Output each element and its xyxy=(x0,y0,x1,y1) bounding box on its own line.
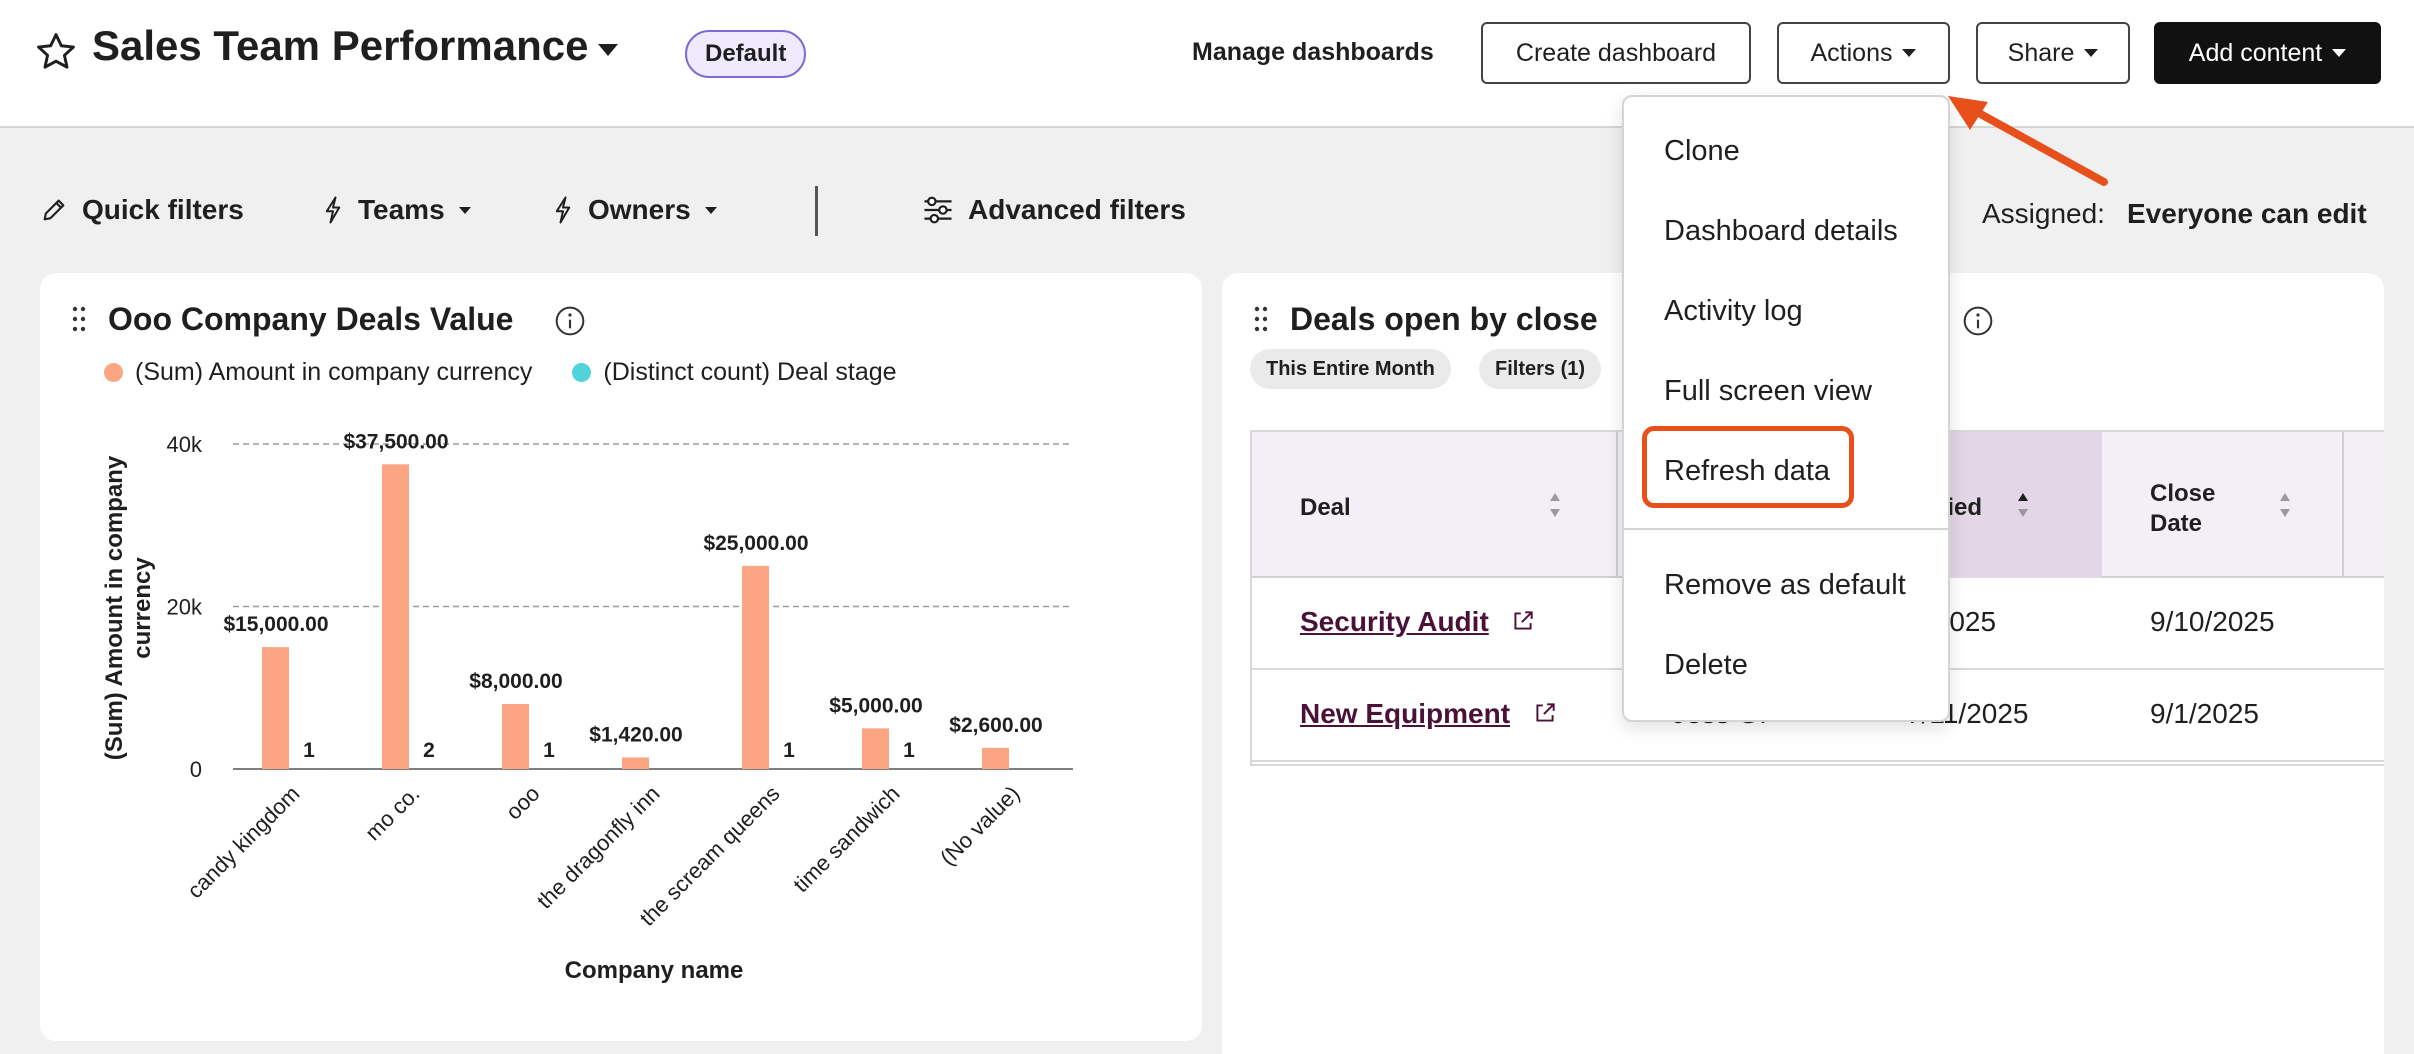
bar xyxy=(862,728,889,769)
data-label: $15,000.00 xyxy=(223,613,328,636)
assigned-label: Assigned: xyxy=(1982,198,2105,230)
teams-filter[interactable]: Teams xyxy=(322,194,471,226)
deal-link[interactable]: New Equipment xyxy=(1300,698,1510,730)
filter-divider xyxy=(815,186,818,236)
lightning-icon xyxy=(322,195,344,225)
menu-divider xyxy=(1624,528,1948,530)
x-tick-label: (No value) xyxy=(935,781,1024,870)
data-label: 1 xyxy=(783,739,795,762)
y-tick-label: 40k xyxy=(167,432,203,457)
y-axis-title: (Sum) Amount in companycurrency xyxy=(101,455,156,760)
info-icon[interactable] xyxy=(1962,305,1994,337)
menu-item-clone[interactable]: Clone xyxy=(1664,135,1740,168)
share-button[interactable]: Share xyxy=(1976,22,2130,84)
dashboard-title[interactable]: Sales Team Performance xyxy=(92,22,588,70)
bar-chart: 0 20k 40k $15,000.00 1 candy kingdom $37,500.0… xyxy=(40,273,1202,1041)
chevron-down-icon xyxy=(1902,49,1916,57)
date-range-pill[interactable]: This Entire Month xyxy=(1250,349,1451,389)
bar xyxy=(742,566,769,769)
deal-link[interactable]: Security Audit xyxy=(1300,606,1489,638)
advanced-filters-button[interactable]: Advanced filters xyxy=(922,194,1186,226)
data-label: $8,000.00 xyxy=(469,670,562,693)
bar xyxy=(982,748,1009,769)
quick-filters-button[interactable]: Quick filters xyxy=(40,194,244,226)
data-label: 1 xyxy=(903,739,915,762)
advanced-filters-label: Advanced filters xyxy=(968,194,1186,226)
sliders-icon xyxy=(922,196,954,224)
data-label: $37,500.00 xyxy=(343,430,448,453)
y-tick-label: 20k xyxy=(167,595,203,620)
data-label: 1 xyxy=(543,739,555,762)
actions-label: Actions xyxy=(1811,39,1893,68)
column-header-deal[interactable]: Deal xyxy=(1252,432,1616,578)
close-date-cell: 9/10/2025 xyxy=(2150,606,2275,638)
x-tick-label: time sandwich xyxy=(788,781,904,897)
bar xyxy=(622,757,649,769)
chevron-down-icon xyxy=(2332,49,2346,57)
actions-button[interactable]: Actions xyxy=(1777,22,1950,84)
column-divider xyxy=(1616,432,1618,578)
column-divider xyxy=(2342,432,2344,578)
menu-item-activity-log[interactable]: Activity log xyxy=(1664,295,1803,328)
external-link-icon[interactable] xyxy=(1510,608,1536,634)
menu-item-remove-as-default[interactable]: Remove as default xyxy=(1664,569,1906,602)
owners-filter[interactable]: Owners xyxy=(552,194,717,226)
x-tick-label: candy kingdom xyxy=(182,781,304,903)
actions-dropdown-menu: Clone Dashboard details Activity log Ful… xyxy=(1622,95,1950,722)
chevron-down-icon xyxy=(459,207,471,214)
x-tick-label: mo co. xyxy=(360,781,424,845)
external-link-icon[interactable] xyxy=(1532,700,1558,726)
column-label: Date xyxy=(2150,510,2202,538)
create-dashboard-label: Create dashboard xyxy=(1516,39,1716,68)
assigned-value[interactable]: Everyone can edit xyxy=(2127,198,2367,230)
x-axis-title: Company name xyxy=(565,957,744,984)
chevron-down-icon[interactable] xyxy=(598,44,618,56)
column-label: Deal xyxy=(1300,494,1351,522)
column-label: Close xyxy=(2150,480,2215,508)
lightning-icon xyxy=(552,195,574,225)
card-title: Deals open by close xyxy=(1290,301,1598,338)
filters-pill[interactable]: Filters (1) xyxy=(1479,349,1601,389)
deals-value-card: Ooo Company Deals Value (Sum) Amount in … xyxy=(40,273,1202,1041)
quick-filters-label: Quick filters xyxy=(82,194,244,226)
sort-ascending-icon[interactable] xyxy=(2016,490,2030,520)
menu-item-refresh-data[interactable]: Refresh data xyxy=(1664,455,1830,488)
owners-label: Owners xyxy=(588,194,691,226)
column-header-close-date[interactable]: Close Date xyxy=(2102,432,2342,578)
teams-label: Teams xyxy=(358,194,445,226)
add-content-label: Add content xyxy=(2189,39,2322,68)
sort-icon[interactable] xyxy=(2278,490,2292,520)
pencil-icon xyxy=(40,196,68,224)
create-dashboard-button[interactable]: Create dashboard xyxy=(1481,22,1751,84)
add-content-button[interactable]: Add content xyxy=(2154,22,2381,84)
bar xyxy=(382,464,409,769)
bar xyxy=(262,647,289,769)
data-label: $2,600.00 xyxy=(949,714,1042,737)
drag-handle-icon[interactable] xyxy=(1254,306,1268,332)
y-tick-label: 0 xyxy=(190,757,202,782)
star-icon[interactable] xyxy=(34,30,78,74)
manage-dashboards-link[interactable]: Manage dashboards xyxy=(1192,38,1434,67)
menu-item-delete[interactable]: Delete xyxy=(1664,649,1748,682)
data-label: 1 xyxy=(303,739,315,762)
menu-item-full-screen-view[interactable]: Full screen view xyxy=(1664,375,1872,408)
x-tick-label: the dragonfly inn xyxy=(532,781,665,914)
data-label: $1,420.00 xyxy=(589,723,682,746)
chevron-down-icon xyxy=(705,207,717,214)
bar xyxy=(502,704,529,769)
close-date-cell: 9/1/2025 xyxy=(2150,698,2259,730)
sort-icon[interactable] xyxy=(1548,490,1562,520)
chevron-down-icon xyxy=(2084,49,2098,57)
x-tick-label: ooo xyxy=(501,781,545,825)
annotation-arrow-icon xyxy=(1940,92,2120,202)
data-label: 2 xyxy=(423,739,435,762)
menu-item-dashboard-details[interactable]: Dashboard details xyxy=(1664,215,1898,248)
data-label: $5,000.00 xyxy=(829,694,922,717)
share-label: Share xyxy=(2008,39,2075,68)
data-label: $25,000.00 xyxy=(703,532,808,555)
default-badge: Default xyxy=(685,30,806,78)
